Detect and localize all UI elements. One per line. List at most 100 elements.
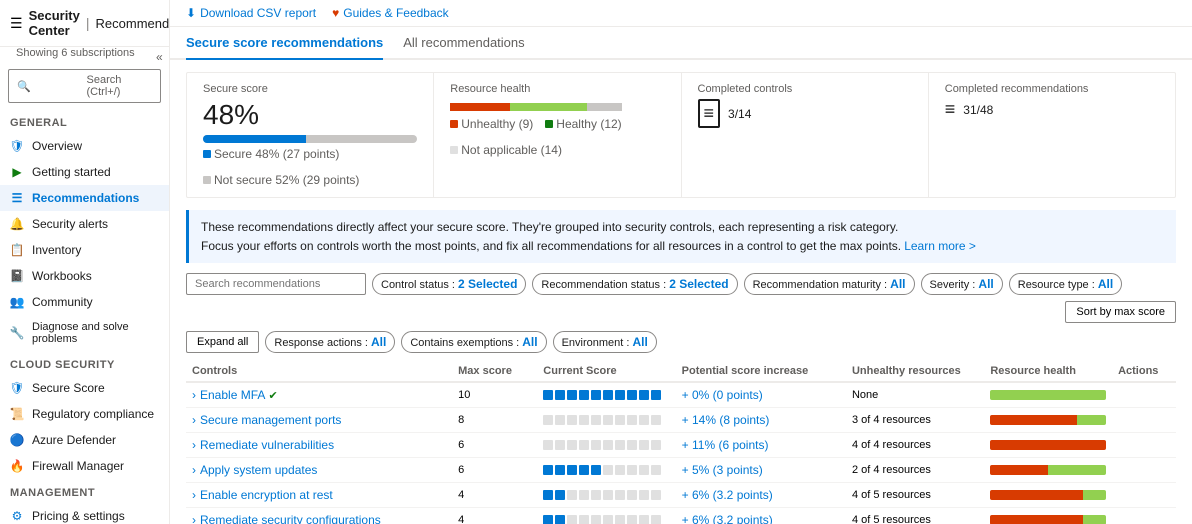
section-cloud-security: Cloud Security	[0, 351, 169, 375]
sidebar-item-firewall[interactable]: 🔥 Firewall Manager	[0, 453, 169, 479]
search-recommendations-input[interactable]	[186, 273, 366, 295]
sidebar-item-secure-score[interactable]: 🛡 Secure Score	[0, 375, 169, 401]
guides-feedback-button[interactable]: ♥ Guides & Feedback	[332, 6, 449, 20]
separator: |	[86, 15, 90, 31]
sidebar-item-label: Recommendations	[32, 191, 139, 205]
sidebar-item-diagnose[interactable]: 🔧 Diagnose and solve problems	[0, 315, 169, 351]
score-dot	[579, 490, 589, 500]
score-dot	[651, 390, 661, 400]
learn-more-link[interactable]: Learn more >	[904, 239, 976, 253]
current-score-cell	[537, 458, 675, 483]
score-dot	[639, 515, 649, 524]
control-name[interactable]: Enable MFA	[200, 388, 265, 402]
expand-arrow[interactable]: ›	[192, 463, 196, 477]
expand-arrow[interactable]: ›	[192, 488, 196, 502]
hamburger-icon: ☰	[10, 15, 23, 32]
score-dot	[627, 440, 637, 450]
sidebar-item-label: Firewall Manager	[32, 459, 124, 473]
score-dot	[567, 515, 577, 524]
sidebar-search[interactable]: 🔍 Search (Ctrl+/)	[8, 69, 161, 103]
inventory-icon: 📋	[10, 243, 24, 257]
sidebar-item-workbooks[interactable]: 📓 Workbooks	[0, 263, 169, 289]
health-bar	[990, 440, 1106, 450]
expand-all-button[interactable]: Expand all	[186, 331, 259, 353]
expand-arrow[interactable]: ›	[192, 438, 196, 452]
health-bar	[990, 490, 1106, 500]
sidebar-item-pricing[interactable]: ⚙ Pricing & settings	[0, 503, 169, 524]
score-dot	[579, 415, 589, 425]
score-dot	[555, 415, 565, 425]
score-dot	[555, 390, 565, 400]
score-dot	[591, 440, 601, 450]
gray-legend-dot	[203, 176, 211, 184]
overview-icon: 🛡	[10, 139, 24, 153]
collapse-icon[interactable]: «	[156, 50, 163, 64]
score-dots	[543, 490, 669, 500]
filter-severity[interactable]: Severity : All	[921, 273, 1003, 295]
download-csv-button[interactable]: ⬇ Download CSV report	[186, 6, 316, 20]
diagnose-icon: 🔧	[10, 326, 24, 340]
sidebar-item-azure-defender[interactable]: 🔵 Azure Defender	[0, 427, 169, 453]
sidebar-item-community[interactable]: 👥 Community	[0, 289, 169, 315]
completed-controls-value: ≡ 3/14	[698, 99, 912, 128]
filter-environment[interactable]: Environment : All	[553, 331, 657, 353]
tab-all-recommendations[interactable]: All recommendations	[403, 27, 524, 60]
score-dot	[639, 490, 649, 500]
secure-score-bar	[203, 135, 417, 143]
control-name[interactable]: Apply system updates	[200, 463, 317, 477]
recommendations-table: Controls Max score Current Score Potenti…	[186, 361, 1176, 524]
na-legend-dot	[450, 146, 458, 154]
sort-button[interactable]: Sort by max score	[1065, 301, 1176, 323]
tab-secure-score[interactable]: Secure score recommendations	[186, 27, 383, 60]
score-dot	[591, 515, 601, 524]
score-dot	[639, 390, 649, 400]
filter-resource-type[interactable]: Resource type : All	[1009, 273, 1122, 295]
sidebar: ☰ Security Center | Recommendations ··· …	[0, 0, 170, 524]
sidebar-item-recommendations[interactable]: ☰ Recommendations	[0, 185, 169, 211]
score-dot	[555, 440, 565, 450]
filter-response-actions[interactable]: Response actions : All	[265, 331, 395, 353]
completed-recommendations-card: Completed recommendations ≡ 31/48	[929, 73, 1175, 197]
health-bar	[990, 390, 1106, 400]
getting-started-icon: ▶	[10, 165, 24, 179]
sidebar-item-security-alerts[interactable]: 🔔 Security alerts	[0, 211, 169, 237]
potential-value: + 14% (8 points)	[682, 413, 770, 427]
expand-arrow[interactable]: ›	[192, 513, 196, 524]
control-name[interactable]: Secure management ports	[200, 413, 341, 427]
score-dots	[543, 415, 669, 425]
sidebar-item-label: Regulatory compliance	[32, 407, 154, 421]
max-score-cell: 8	[452, 408, 537, 433]
score-dot	[543, 415, 553, 425]
table-row: ›Enable encryption at rest4+ 6% (3.2 poi…	[186, 483, 1176, 508]
app-title: Security Center	[29, 8, 80, 38]
filter-recommendation-maturity[interactable]: Recommendation maturity : All	[744, 273, 915, 295]
actions-cell	[1112, 458, 1176, 483]
table-body: ›Enable MFA ✔10+ 0% (0 points)None ›Secu…	[186, 382, 1176, 524]
control-name[interactable]: Remediate security configurations	[200, 513, 381, 524]
sidebar-item-overview[interactable]: 🛡 Overview	[0, 133, 169, 159]
expand-arrow[interactable]: ›	[192, 413, 196, 427]
sidebar-item-inventory[interactable]: 📋 Inventory	[0, 237, 169, 263]
expand-arrow[interactable]: ›	[192, 388, 196, 402]
info-banner: These recommendations directly affect yo…	[186, 210, 1176, 263]
sidebar-item-regulatory[interactable]: 📜 Regulatory compliance	[0, 401, 169, 427]
score-dot	[651, 415, 661, 425]
control-name[interactable]: Enable encryption at rest	[200, 488, 333, 502]
filter-recommendation-status[interactable]: Recommendation status : 2 Selected	[532, 273, 737, 295]
resource-health-cell	[984, 458, 1112, 483]
sidebar-item-getting-started[interactable]: ▶ Getting started	[0, 159, 169, 185]
control-name[interactable]: Remediate vulnerabilities	[200, 438, 334, 452]
score-dot	[567, 465, 577, 475]
score-dot	[615, 440, 625, 450]
score-dot	[579, 465, 589, 475]
section-general: General	[0, 109, 169, 133]
filter-contains-exemptions[interactable]: Contains exemptions : All	[401, 331, 546, 353]
green-health	[1077, 415, 1106, 425]
resource-health-cell	[984, 508, 1112, 524]
score-dot	[603, 490, 613, 500]
score-dot	[651, 490, 661, 500]
unhealthy-resources-cell: 3 of 4 resources	[846, 408, 984, 433]
score-dot	[615, 515, 625, 524]
control-cell: › Apply system updates	[186, 458, 452, 483]
filter-control-status[interactable]: Control status : 2 Selected	[372, 273, 526, 295]
